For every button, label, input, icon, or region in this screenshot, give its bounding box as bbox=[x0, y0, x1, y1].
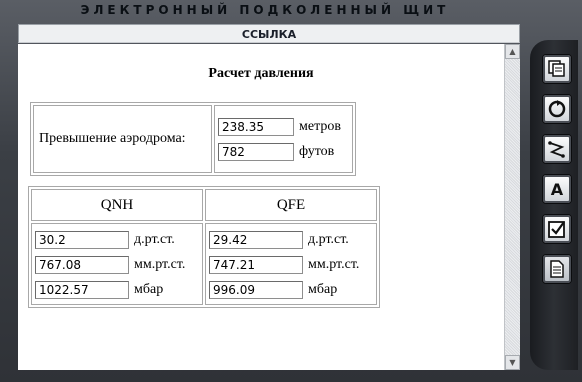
qnh-header: QNH bbox=[31, 189, 203, 221]
qfe-values: д.рт.ст. мм.рт.ст. мбар bbox=[205, 223, 377, 305]
tool-sidebar: A bbox=[530, 40, 578, 370]
qfe-mmhg-input[interactable] bbox=[209, 255, 303, 274]
qfe-mbar-unit: мбар bbox=[308, 281, 338, 297]
scroll-down-button[interactable]: ▼ bbox=[505, 355, 520, 370]
elevation-label: Превышение аэродрома: bbox=[33, 105, 212, 173]
qfe-inhg-unit: д.рт.ст. bbox=[308, 231, 349, 247]
qnh-inhg-input[interactable] bbox=[35, 230, 129, 249]
qfe-mbar-input[interactable] bbox=[209, 280, 303, 299]
window-title: ЭЛЕКТРОННЫЙ ПОДКОЛЕННЫЙ ЩИТ bbox=[80, 3, 450, 17]
checklist-button[interactable] bbox=[542, 214, 572, 244]
scroll-up-button[interactable]: ▲ bbox=[505, 44, 520, 59]
document-button[interactable] bbox=[542, 254, 572, 284]
qfe-inhg-input[interactable] bbox=[209, 230, 303, 249]
refresh-button[interactable] bbox=[542, 94, 572, 124]
pressure-table: QNH QFE д.рт.ст. мм.рт.ст. мбар bbox=[28, 186, 380, 308]
font-icon: A bbox=[550, 179, 564, 199]
tab-reference[interactable]: ССЫЛКА bbox=[18, 24, 520, 43]
copy-pages-icon bbox=[548, 60, 565, 77]
qnh-mmhg-input[interactable] bbox=[35, 255, 129, 274]
elevation-table: Превышение аэродрома: метров футов bbox=[30, 102, 356, 176]
qnh-mmhg-unit: мм.рт.ст. bbox=[134, 256, 186, 272]
qnh-values: д.рт.ст. мм.рт.ст. мбар bbox=[31, 223, 203, 305]
qnh-inhg-unit: д.рт.ст. bbox=[134, 231, 175, 247]
qnh-mbar-input[interactable] bbox=[35, 280, 129, 299]
font-button[interactable]: A bbox=[542, 174, 572, 204]
elevation-values: метров футов bbox=[214, 105, 353, 173]
meters-unit-label: метров bbox=[299, 118, 341, 134]
content-panel: Расчет давления Превышение аэродрома: ме… bbox=[18, 44, 504, 370]
refresh-icon bbox=[548, 100, 566, 118]
elevation-feet-input[interactable] bbox=[218, 142, 294, 161]
page-title: Расчет давления bbox=[208, 66, 314, 81]
feet-unit-label: футов bbox=[299, 143, 335, 159]
app-frame: ЭЛЕКТРОННЫЙ ПОДКОЛЕННЫЙ ЩИТ ССЫЛКА Расче… bbox=[0, 0, 582, 382]
document-icon bbox=[550, 260, 564, 278]
elevation-meters-input[interactable] bbox=[218, 117, 294, 136]
route-icon bbox=[548, 141, 565, 158]
qnh-mbar-unit: мбар bbox=[134, 281, 164, 297]
checklist-icon bbox=[548, 221, 565, 238]
qfe-mmhg-unit: мм.рт.ст. bbox=[308, 256, 360, 272]
copy-pages-button[interactable] bbox=[542, 54, 572, 84]
vertical-scrollbar[interactable]: ▲ ▼ bbox=[504, 44, 520, 370]
route-button[interactable] bbox=[542, 134, 572, 164]
qfe-header: QFE bbox=[205, 189, 377, 221]
